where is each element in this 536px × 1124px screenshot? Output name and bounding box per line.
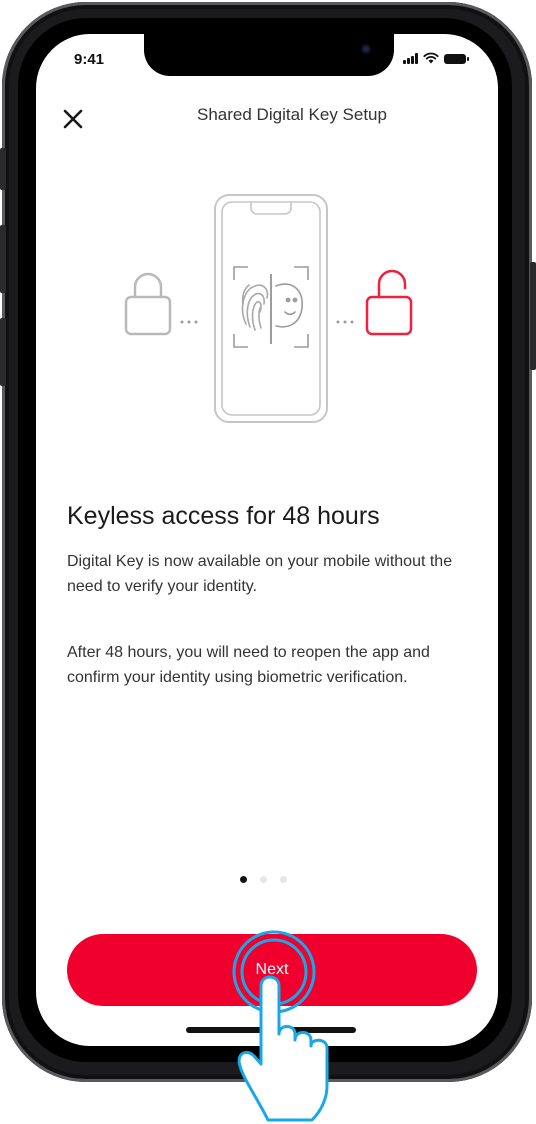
volume-up-button xyxy=(0,225,6,293)
page-dot xyxy=(280,876,287,883)
close-icon[interactable] xyxy=(60,106,86,132)
page-indicator xyxy=(240,876,287,883)
home-indicator xyxy=(186,1027,356,1033)
face-id-icon xyxy=(275,283,303,328)
volume-down-button xyxy=(0,318,6,386)
unlocked-padlock-icon xyxy=(365,269,413,336)
notch xyxy=(144,34,394,76)
status-time: 9:41 xyxy=(74,51,105,68)
power-button xyxy=(530,262,536,370)
front-camera xyxy=(361,44,371,54)
next-button[interactable]: Next xyxy=(67,934,477,1006)
dotted-connector-left xyxy=(180,320,198,324)
wifi-icon xyxy=(423,52,439,64)
keyless-access-illustration xyxy=(124,194,413,423)
status-icons xyxy=(403,52,469,64)
description-paragraph-1: Digital Key is now available on your mob… xyxy=(67,553,453,595)
mute-switch xyxy=(0,148,6,190)
description-paragraph-2: After 48 hours, you will need to reopen … xyxy=(67,644,430,686)
heading: Keyless access for 48 hours xyxy=(67,502,380,530)
dotted-connector-right xyxy=(336,320,354,324)
cellular-signal-icon xyxy=(403,53,418,64)
page-dot-active xyxy=(240,876,247,883)
page-dot xyxy=(260,876,267,883)
page-title: Shared Digital Key Setup xyxy=(197,105,387,124)
battery-icon xyxy=(444,54,469,64)
phone-screen: 9:41 Shared Digital Key Setup Keyless ac… xyxy=(36,34,498,1046)
fingerprint-icon xyxy=(241,284,269,331)
locked-padlock-icon xyxy=(124,272,172,336)
scan-frame-icon xyxy=(233,266,309,348)
